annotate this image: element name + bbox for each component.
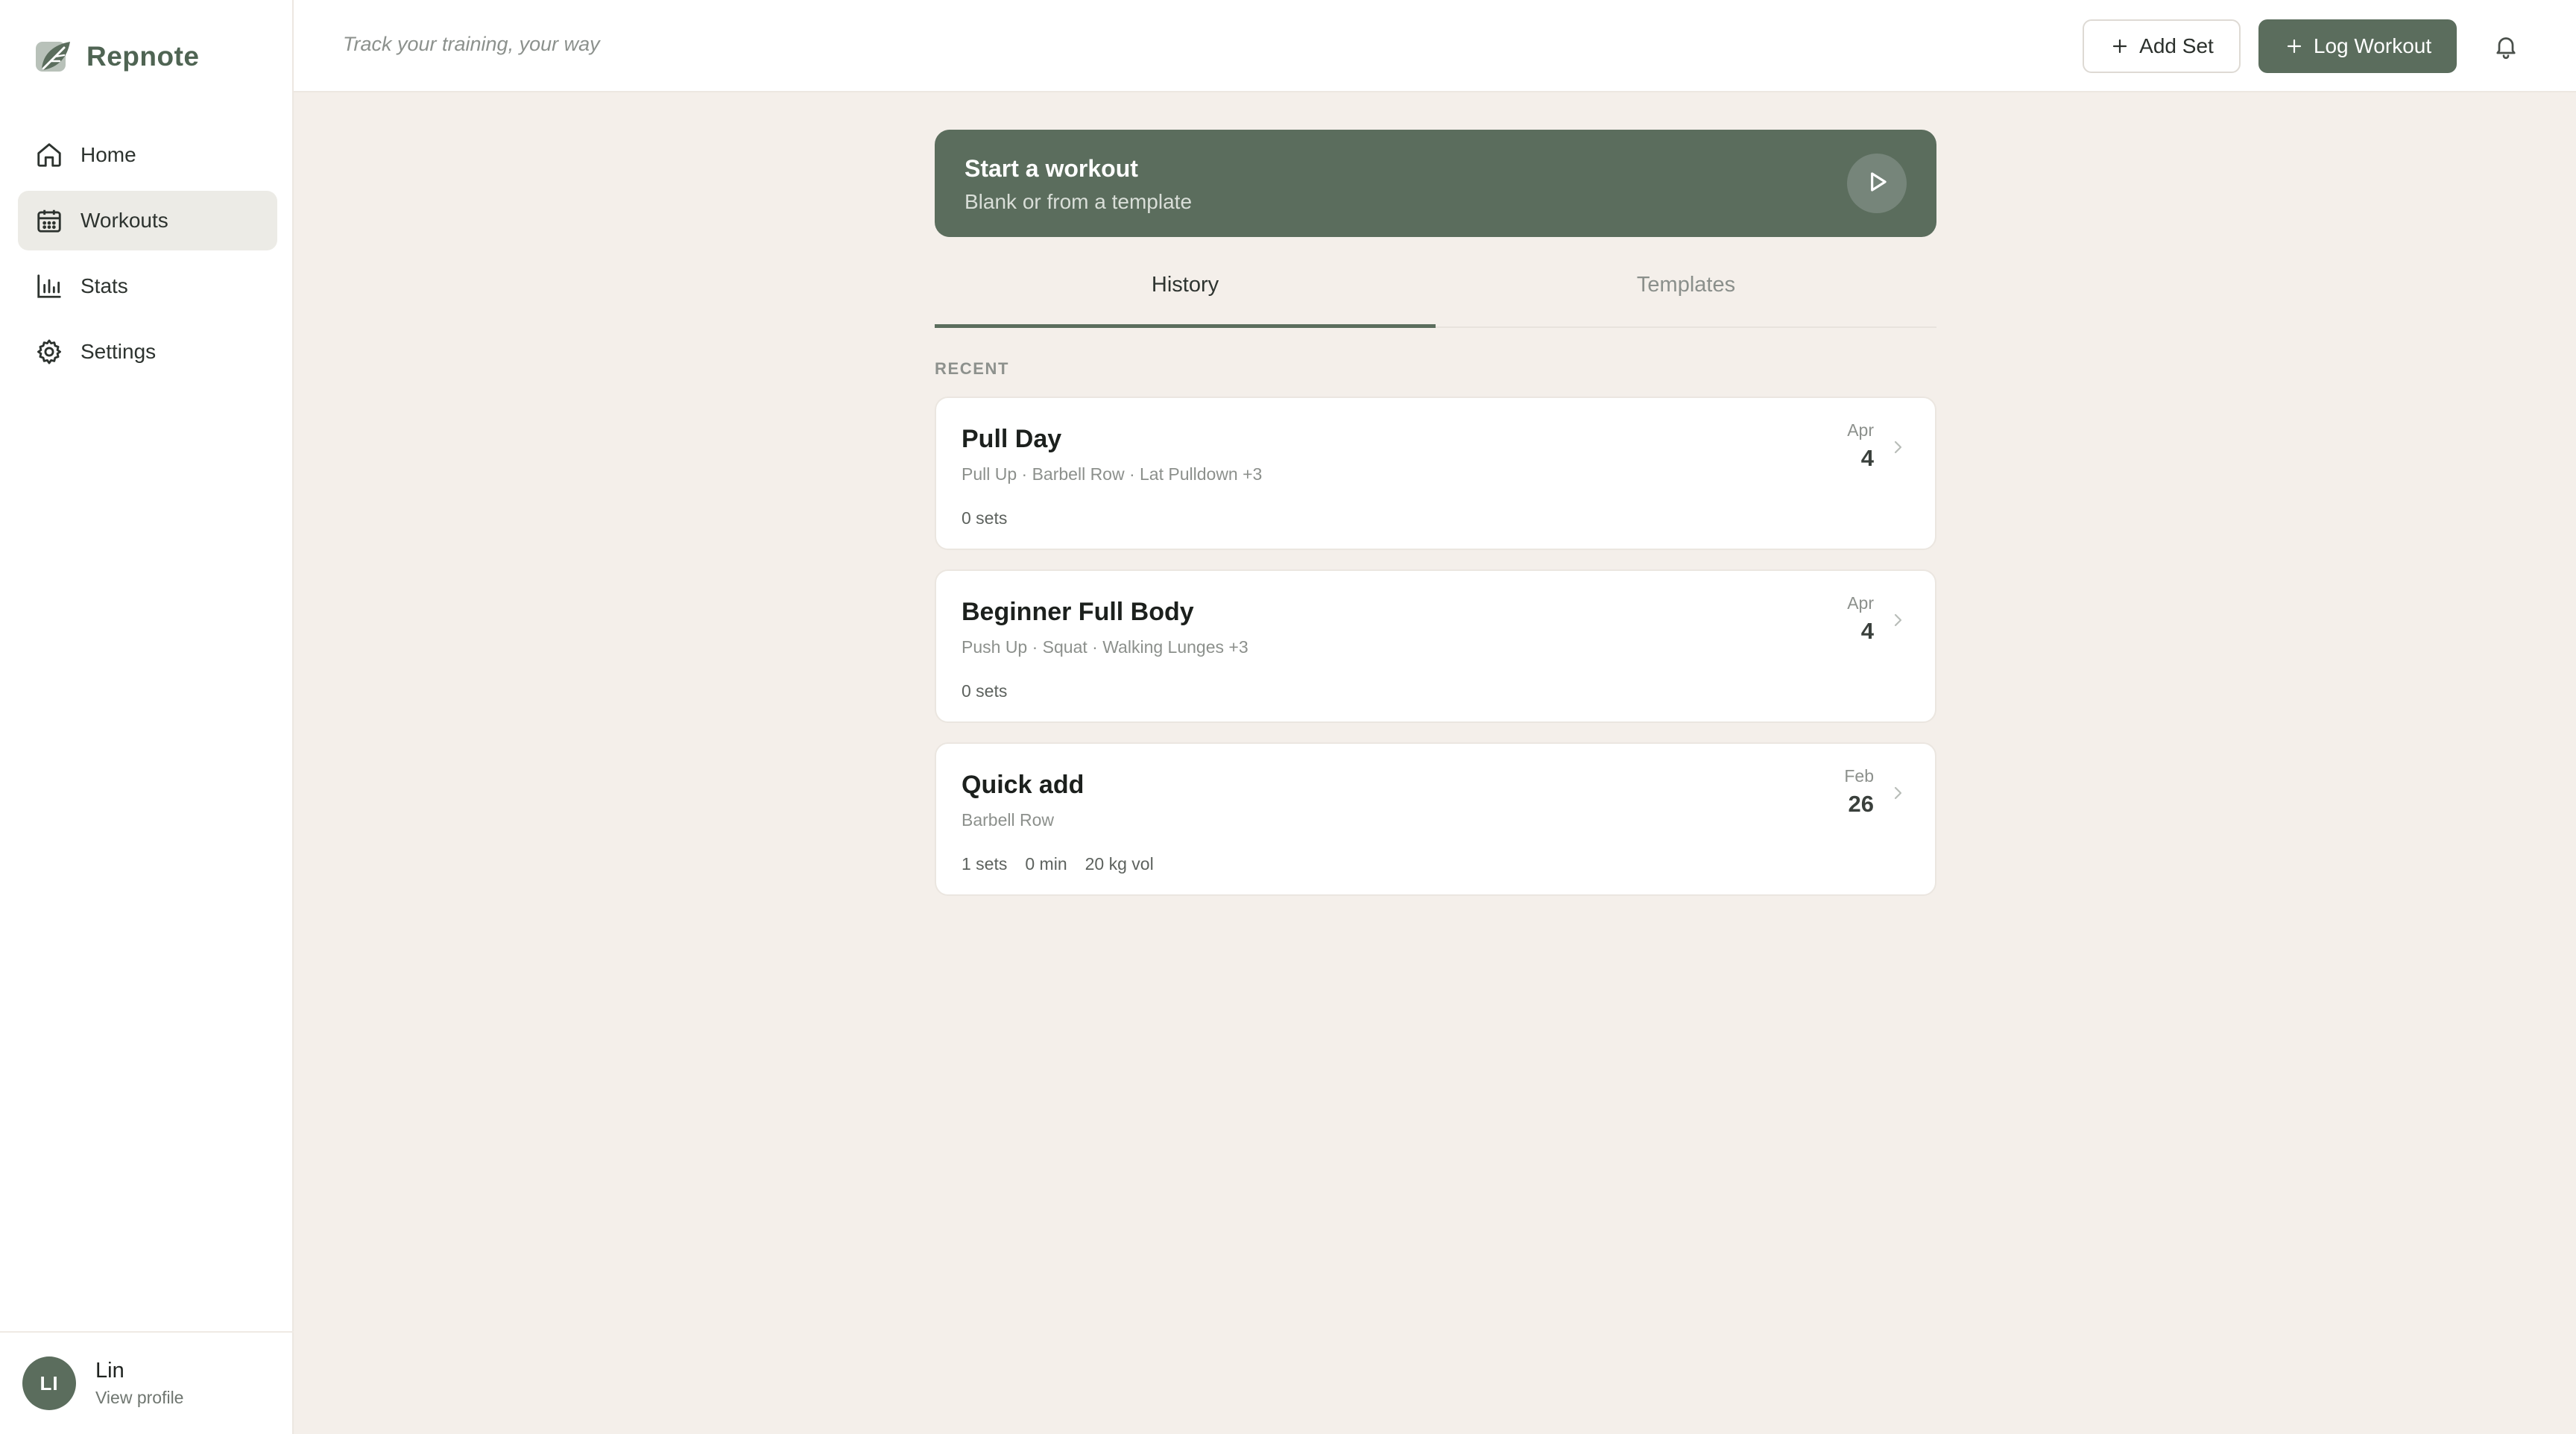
section-label: RECENT xyxy=(935,359,1010,378)
sidebar-item-workouts[interactable]: Workouts xyxy=(18,191,277,250)
workout-card[interactable]: Beginner Full Body Push Up · Squat · Wal… xyxy=(935,569,1936,723)
calendar-icon xyxy=(34,206,64,236)
workout-card[interactable]: Pull Day Pull Up · Barbell Row · Lat Pul… xyxy=(935,397,1936,550)
workout-date: Apr 4 xyxy=(1814,420,1874,472)
workout-exercises: Barbell Row xyxy=(962,810,1054,830)
sidebar-item-label: Settings xyxy=(80,340,157,363)
workout-day: 4 xyxy=(1860,445,1874,471)
workout-stats: 1 sets 0 min 20 kg vol xyxy=(962,854,1910,874)
workout-month: Apr xyxy=(1847,420,1874,440)
workout-stats: 0 sets xyxy=(962,681,1910,701)
start-workout-subtitle: Blank or from a template xyxy=(965,190,1193,213)
bell-icon[interactable] xyxy=(2488,28,2524,64)
tab-templates[interactable]: Templates xyxy=(1436,259,1936,326)
main-content: Start a workout Blank or from a template… xyxy=(935,130,1936,915)
sidebar-item-label: Workouts xyxy=(80,209,168,232)
log-workout-button[interactable]: Log Workout xyxy=(2258,19,2457,73)
workout-title: Beginner Full Body xyxy=(962,598,1194,626)
chevron-right-icon xyxy=(1887,783,1908,803)
home-icon xyxy=(34,140,64,170)
leaf-logo-icon xyxy=(33,36,75,78)
workout-exercises: Push Up · Squat · Walking Lunges +3 xyxy=(962,637,1248,657)
gear-icon xyxy=(34,337,64,367)
workout-stat: 20 kg vol xyxy=(1085,854,1154,874)
sidebar-item-label: Home xyxy=(80,143,136,166)
start-workout-card[interactable]: Start a workout Blank or from a template xyxy=(935,130,1936,237)
play-icon xyxy=(1863,168,1891,200)
workout-stats: 0 sets xyxy=(962,508,1910,528)
workout-date: Apr 4 xyxy=(1814,593,1874,645)
workout-exercises: Pull Up · Barbell Row · Lat Pulldown +3 xyxy=(962,464,1263,484)
sidebar: Repnote Home Workouts Stats Settings LI … xyxy=(0,0,294,1434)
workout-stat: 0 sets xyxy=(962,681,1008,701)
plus-icon xyxy=(2284,36,2305,57)
tab-history[interactable]: History xyxy=(935,259,1436,328)
workout-title: Pull Day xyxy=(962,425,1062,453)
workout-list: Pull Day Pull Up · Barbell Row · Lat Pul… xyxy=(935,397,1936,896)
bar-chart-icon xyxy=(34,271,64,301)
top-header: Track your training, your way Add Set Lo… xyxy=(294,0,2576,92)
app-root: Repnote Home Workouts Stats Settings LI … xyxy=(0,0,2576,1434)
workout-day: 26 xyxy=(1848,791,1874,817)
sidebar-item-home[interactable]: Home xyxy=(18,125,277,185)
workout-month: Apr xyxy=(1847,593,1874,613)
sidebar-nav: Home Workouts Stats Settings xyxy=(18,125,277,388)
workout-date: Feb 26 xyxy=(1814,766,1874,818)
avatar: LI xyxy=(22,1356,76,1410)
workout-stat: 1 sets xyxy=(962,854,1008,874)
chevron-right-icon xyxy=(1887,610,1908,631)
workout-card[interactable]: Quick add Barbell Row 1 sets 0 min 20 kg… xyxy=(935,742,1936,896)
view-profile-link[interactable]: View profile xyxy=(95,1388,183,1408)
sidebar-item-settings[interactable]: Settings xyxy=(18,322,277,382)
profile-name: Lin xyxy=(95,1359,124,1383)
plus-icon xyxy=(2109,36,2130,57)
chevron-right-icon xyxy=(1887,437,1908,458)
workout-day: 4 xyxy=(1860,618,1874,644)
tab-bar: History Templates xyxy=(935,259,1936,328)
tagline: Track your training, your way xyxy=(343,33,600,55)
brand-name: Repnote xyxy=(86,41,200,72)
profile-footer[interactable]: LI Lin View profile xyxy=(0,1331,294,1434)
profile-text: Lin View profile xyxy=(95,1359,183,1408)
add-set-button[interactable]: Add Set xyxy=(2083,19,2241,73)
log-workout-label: Log Workout xyxy=(2313,34,2432,57)
sidebar-item-label: Stats xyxy=(80,274,128,297)
brand[interactable]: Repnote xyxy=(33,34,200,79)
add-set-label: Add Set xyxy=(2139,34,2214,57)
workout-stat: 0 sets xyxy=(962,508,1008,528)
workout-month: Feb xyxy=(1844,766,1874,786)
start-workout-title: Start a workout xyxy=(965,155,1138,182)
workout-title: Quick add xyxy=(962,771,1085,799)
play-button[interactable] xyxy=(1847,154,1907,213)
workout-stat: 0 min xyxy=(1025,854,1067,874)
sidebar-item-stats[interactable]: Stats xyxy=(18,256,277,316)
